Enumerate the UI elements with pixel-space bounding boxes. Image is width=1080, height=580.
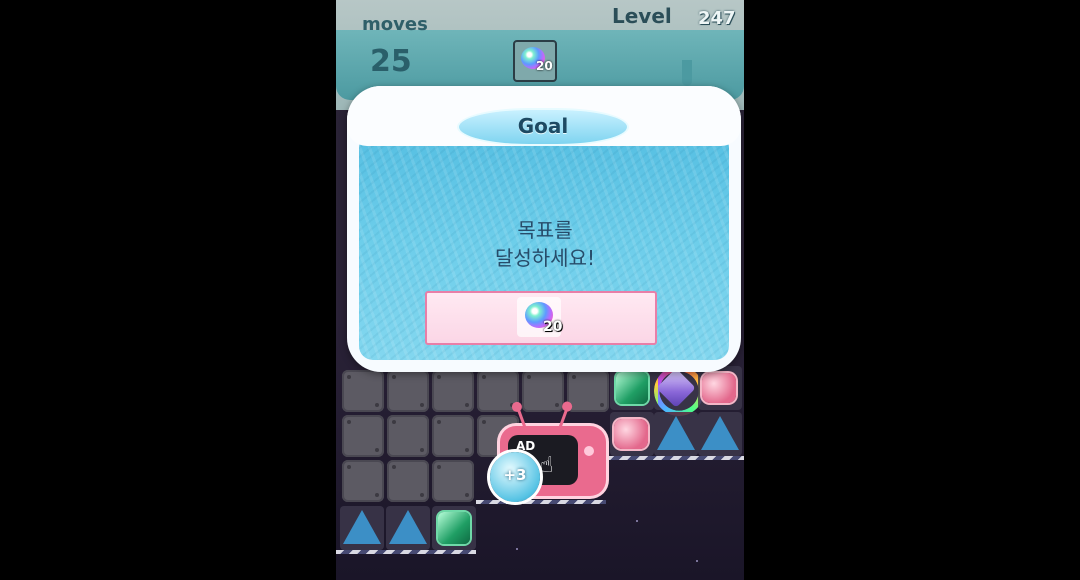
extra-moves-label: +3 [503,466,527,484]
goal-target-count: 20 [543,319,563,335]
goal-message-line1: 목표를 [517,218,573,242]
stone-tile[interactable] [342,415,384,457]
hand-pointer-icon: ☝ [540,453,554,478]
extra-moves-badge[interactable]: +3 [490,452,540,502]
stone-tile[interactable] [387,370,429,412]
moves-counter: 25 [370,44,412,79]
emerald-gem[interactable] [616,372,648,404]
blue-gem[interactable] [657,416,695,450]
blue-gem[interactable] [389,510,427,544]
stone-tile[interactable] [342,370,384,412]
stone-tile[interactable] [342,460,384,502]
tv-knob [584,446,594,456]
level-number: 247 [698,8,736,29]
emerald-gem[interactable] [438,512,470,544]
stone-tile[interactable] [567,370,609,412]
stone-tile[interactable] [432,460,474,502]
stone-tile[interactable] [432,415,474,457]
level-label: Level [612,4,672,28]
hud-goal-count: 20 [536,59,553,73]
blue-gem[interactable] [701,416,739,450]
goal-message: 목표를 달성하세요! [447,216,643,272]
goal-title: Goal [517,114,569,138]
moves-label: moves [362,14,428,35]
goal-target-bar: 20 [425,291,657,345]
stone-tile[interactable] [387,415,429,457]
goal-dialog: Goal 목표를 달성하세요! 20 [347,86,741,372]
goal-target-item: 20 [517,297,563,337]
stone-tile[interactable] [387,460,429,502]
stone-tile[interactable] [432,370,474,412]
blue-gem[interactable] [343,510,381,544]
stone-tile[interactable] [522,370,564,412]
heart-gem[interactable] [702,373,736,403]
heart-gem[interactable] [614,419,648,449]
goal-message-line2: 달성하세요! [494,246,596,270]
ad-label: AD [516,439,536,453]
